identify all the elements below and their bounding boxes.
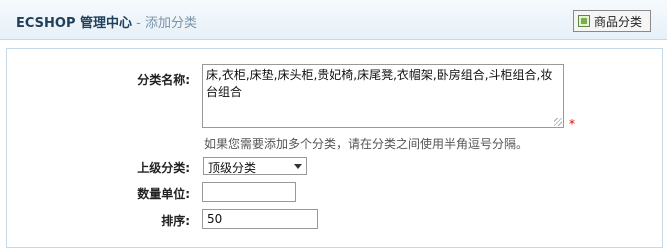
sort-input[interactable]: 50 (202, 209, 318, 229)
category-name-textarea[interactable]: 床,衣柜,床垫,床头柜,贵妃椅,床尾凳,衣帽架,卧房组合,斗柜组合,妆台组合 (202, 64, 564, 128)
unit-input[interactable] (202, 182, 296, 202)
required-mark: * (569, 117, 575, 131)
parent-category-value: 顶级分类 (208, 161, 257, 175)
header-bar: ECSHOP 管理中心 - 添加分类 商品分类 (0, 0, 667, 40)
chevron-down-icon (294, 164, 302, 169)
sort-label: 排序: (161, 214, 190, 228)
page-title: ECSHOP 管理中心 - 添加分类 (16, 12, 197, 31)
parent-category-select[interactable]: 顶级分类 (203, 157, 307, 175)
sort-value: 50 (207, 212, 223, 226)
list-icon (578, 15, 590, 27)
unit-label: 数量单位: (137, 187, 190, 201)
category-list-button-label: 商品分类 (594, 14, 643, 29)
category-name-label: 分类名称: (137, 73, 190, 87)
page-subtitle: - 添加分类 (132, 16, 197, 31)
parent-category-label: 上级分类: (137, 161, 190, 175)
category-name-hint: 如果您需要添加多个分类，请在分类之间使用半角逗号分隔。 (204, 137, 529, 151)
category-list-button[interactable]: 商品分类 (573, 10, 651, 32)
resize-handle-icon[interactable] (554, 118, 562, 126)
brand-text: ECSHOP 管理中心 (16, 16, 133, 31)
category-name-value: 床,衣柜,床垫,床头柜,贵妃椅,床尾凳,衣帽架,卧房组合,斗柜组合,妆台组合 (206, 68, 553, 99)
